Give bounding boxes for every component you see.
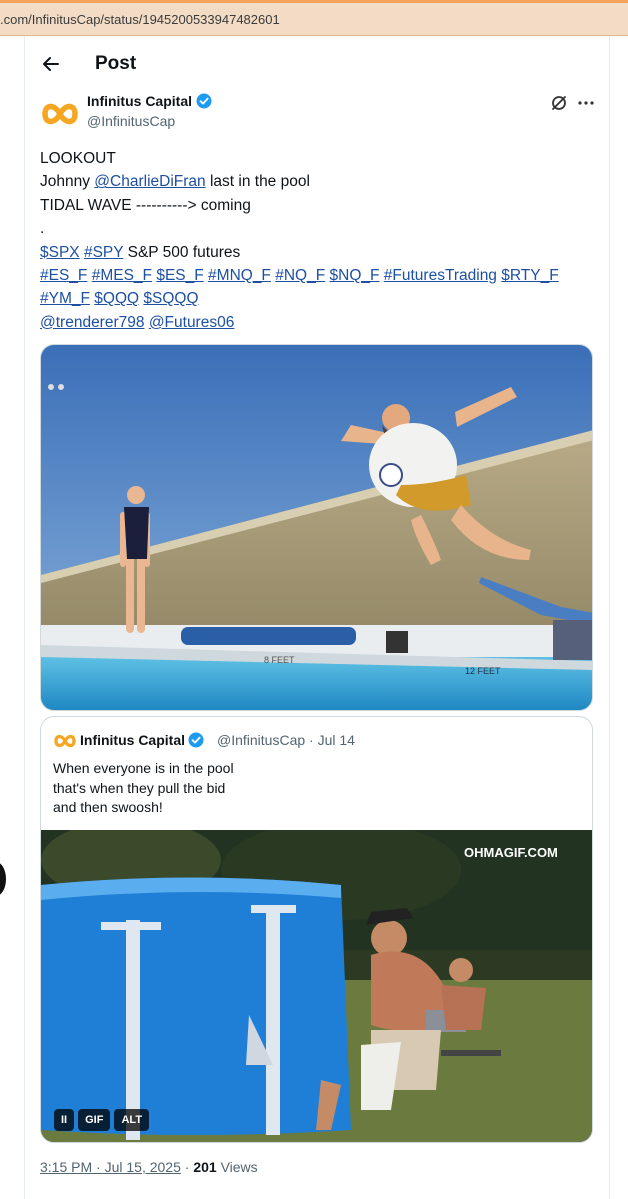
tweet-line-8: @trenderer798 @Futures06 [40, 311, 600, 334]
verified-badge-icon [188, 732, 204, 748]
mention-link[interactable]: @CharlieDiFran [94, 173, 205, 190]
grok-icon [552, 96, 566, 110]
cashtag-link[interactable]: $SPX [40, 244, 80, 261]
arrow-left-icon [43, 57, 59, 71]
gif-controls: II GIF ALT [54, 1109, 150, 1131]
hashtag-link[interactable]: #MNQ_F [208, 267, 271, 284]
mention-link[interactable]: @trenderer798 [40, 314, 145, 331]
hashtag-link[interactable]: #YM_F [40, 290, 90, 307]
tweet-line-2-tail: last in the pool [205, 173, 310, 191]
gif-watermark: OHMAGIF.COM [464, 845, 558, 860]
tweet-line-7: #YM_F $QQQ $SQQQ [40, 287, 600, 310]
quote-author-name[interactable]: Infinitus Capital [80, 732, 204, 748]
pool-gif-illustration: OHMAGIF.COM [41, 830, 592, 1142]
cashtag-link[interactable]: $QQQ [94, 290, 139, 307]
diving-photo-illustration: 8 FEET 12 FEET [41, 345, 592, 710]
author-name-text[interactable]: Infinitus Capital [87, 93, 192, 109]
views-count[interactable]: 201 [193, 1159, 216, 1175]
pause-button[interactable]: II [54, 1109, 75, 1131]
tweet-line-2-text: Johnny [40, 173, 95, 191]
svg-text:OHMAGIF.COM: OHMAGIF.COM [464, 845, 558, 860]
infinity-logo-icon [42, 103, 78, 125]
quote-handle-date[interactable]: @InfinitusCap · Jul 14 [217, 732, 355, 748]
more-options-button[interactable] [575, 92, 597, 114]
pool-sign-right: 12 FEET [465, 666, 501, 676]
svg-text:12 FEET: 12 FEET [465, 666, 501, 676]
quote-avatar[interactable] [53, 729, 77, 753]
quote-gif-media[interactable]: OHMAGIF.COM II GIF ALT [41, 830, 592, 1142]
cashtag-link[interactable]: $SQQQ [143, 290, 198, 307]
back-button[interactable] [37, 50, 65, 78]
quote-author-name-text[interactable]: Infinitus Capital [80, 732, 185, 748]
quote-text-line: When everyone is in the pool [53, 760, 234, 776]
cashtag-link[interactable]: $ES_F [156, 267, 203, 284]
page-border-left [24, 36, 25, 1199]
tweet-line-1: LOOKOUT [40, 150, 116, 167]
hashtag-link[interactable]: #SPY [84, 244, 123, 261]
tweet-line-3: TIDAL WAVE ----------> coming [40, 196, 251, 214]
hashtag-link[interactable]: #MES_F [92, 267, 152, 284]
post-timestamp-link[interactable]: 3:15 PM · Jul 15, 2025 [40, 1159, 181, 1175]
post-media-image[interactable]: 8 FEET 12 FEET [40, 344, 593, 711]
post-timestamp-views: 3:15 PM · Jul 15, 2025 · 201 Views [40, 1159, 258, 1175]
mention-link[interactable]: @Futures06 [149, 314, 235, 331]
pool-sign-left: 8 FEET [264, 655, 295, 665]
gif-badge: GIF [78, 1109, 111, 1131]
tweet-text: LOOKOUT Johnny @CharlieDiFran last in th… [40, 147, 600, 334]
tweet-line-2: Johnny @CharlieDiFran last in the pool [40, 170, 600, 193]
cashtag-link[interactable]: $NQ_F [330, 267, 380, 284]
verified-badge-icon [196, 93, 212, 109]
post-header: Post [25, 40, 609, 88]
grok-button[interactable] [548, 92, 570, 114]
author-avatar[interactable] [40, 94, 80, 134]
alt-text-button[interactable]: ALT [114, 1109, 150, 1131]
views-label: Views [216, 1159, 258, 1175]
tweet-line-5-text: S&P 500 futures [127, 243, 241, 261]
hashtag-link[interactable]: #ES_F [40, 267, 87, 284]
quote-text: When everyone is in the pool that's when… [53, 759, 234, 818]
hashtag-link[interactable]: #NQ_F [275, 267, 325, 284]
hashtag-link[interactable]: #FuturesTrading [384, 267, 497, 284]
tweet-line-4: . [40, 220, 45, 238]
more-dots-icon [578, 101, 594, 105]
infinity-logo-icon [54, 734, 76, 748]
cashtag-link[interactable]: $RTY_F [501, 267, 558, 284]
author-handle[interactable]: @InfinitusCap [87, 113, 175, 129]
quote-text-line: and then swoosh! [53, 799, 163, 815]
svg-text:8 FEET: 8 FEET [264, 655, 295, 665]
quoted-tweet[interactable]: Infinitus Capital @InfinitusCap · Jul 14… [40, 716, 593, 1143]
tweet-line-6: #ES_F #MES_F $ES_F #MNQ_F #NQ_F $NQ_F #F… [40, 264, 600, 287]
page-title: Post [95, 53, 137, 74]
tweet-line-5: $SPX #SPY S&P 500 futures [40, 241, 600, 264]
side-nav-edge [0, 862, 6, 896]
url-text[interactable]: .com/InfinitusCap/status/194520053394748… [0, 12, 280, 27]
page-border-right [609, 36, 610, 1199]
quote-text-line: that's when they pull the bid [53, 779, 226, 796]
author-name[interactable]: Infinitus Capital [87, 93, 212, 109]
footer-separator: · [180, 1159, 194, 1175]
browser-url-bar[interactable]: .com/InfinitusCap/status/194520053394748… [0, 0, 628, 36]
